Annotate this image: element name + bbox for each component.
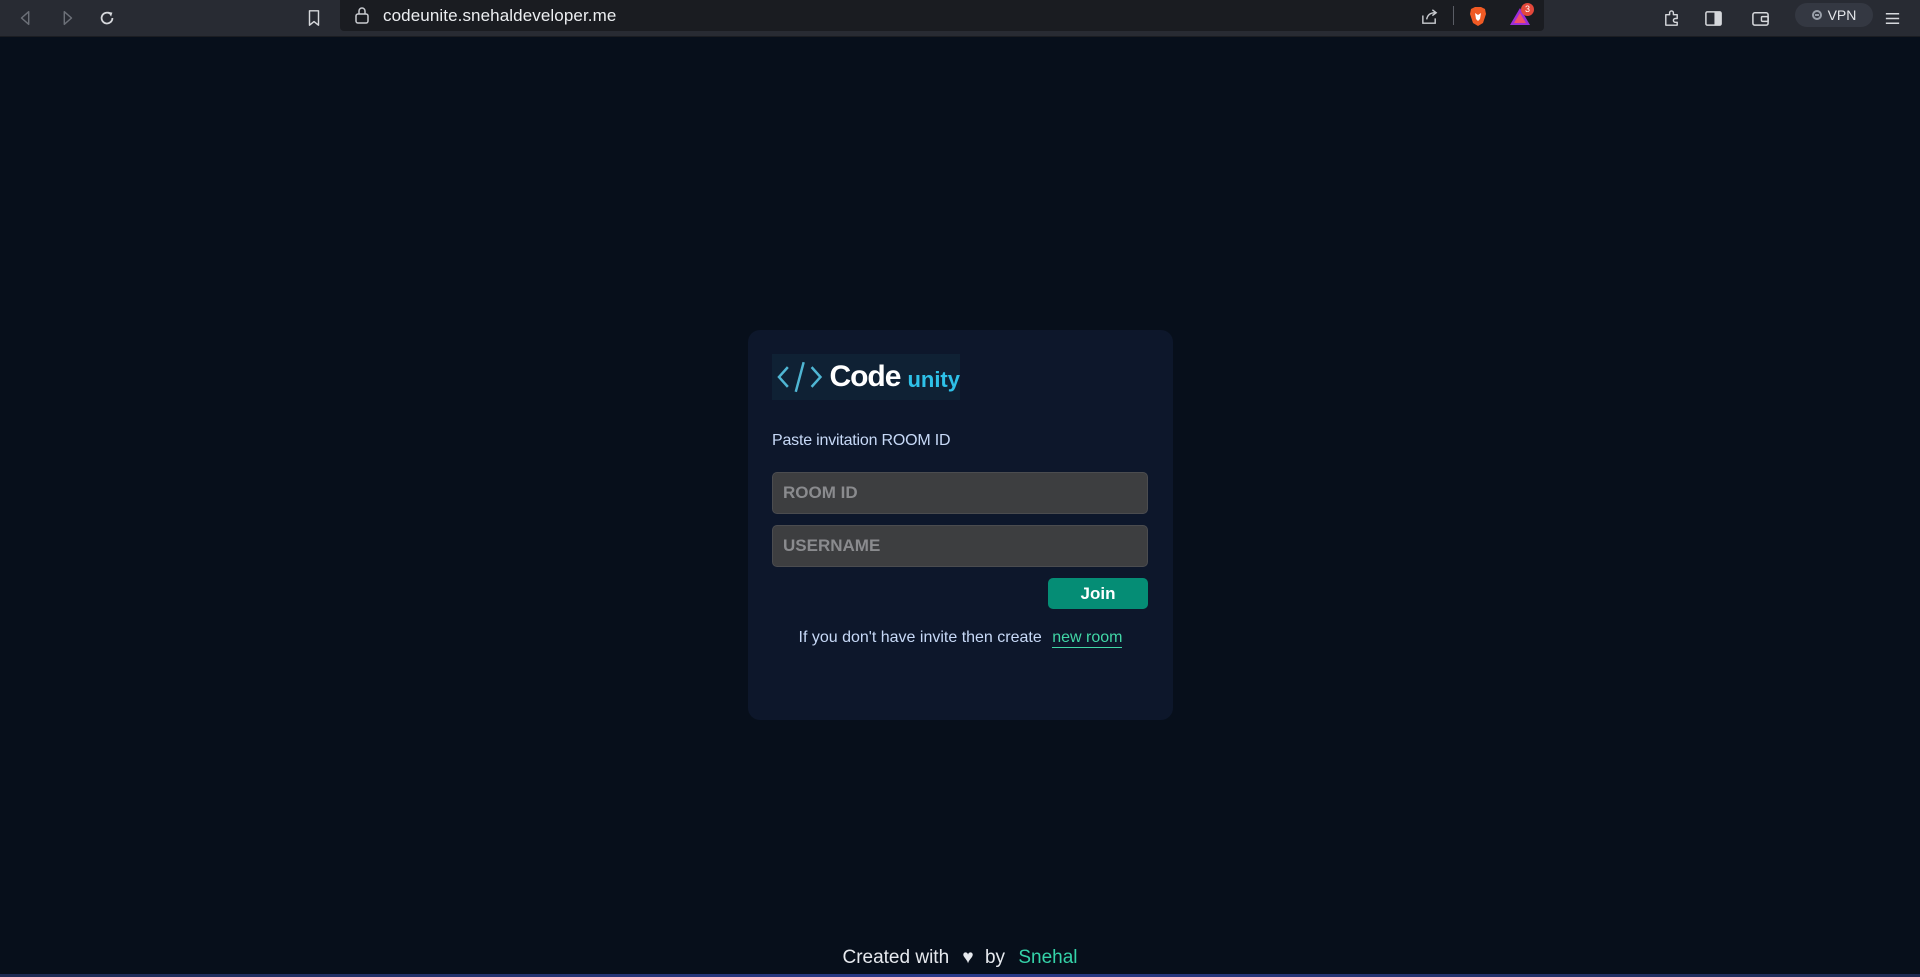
author-link[interactable]: Snehal xyxy=(1018,947,1077,968)
browser-toolbar: codeunite.snehaldeveloper.me 3 VPN xyxy=(0,0,1920,37)
create-room-line: If you don't have invite then create new… xyxy=(748,629,1173,648)
rewards-badge: 3 xyxy=(1521,3,1534,16)
heart-icon: ♥ xyxy=(962,947,974,968)
vpn-button[interactable]: VPN xyxy=(1795,3,1873,27)
footer-by: by xyxy=(984,947,1006,968)
code-brackets-icon xyxy=(777,361,823,393)
logo-code-text: Code xyxy=(829,360,901,393)
reload-icon[interactable] xyxy=(93,4,121,32)
logo-unity-text: unity xyxy=(907,367,960,392)
footer-prefix: Created with xyxy=(842,947,950,968)
share-icon[interactable] xyxy=(1417,4,1441,28)
brave-lion-icon[interactable] xyxy=(1466,4,1490,28)
url-text[interactable]: codeunite.snehaldeveloper.me xyxy=(383,6,616,26)
vpn-label: VPN xyxy=(1827,7,1857,23)
codeunity-logo: Code unity xyxy=(772,354,960,400)
page-body: Code unity Paste invitation ROOM ID Join… xyxy=(0,37,1920,977)
puzzle-icon[interactable] xyxy=(1656,3,1686,33)
hamburger-menu-icon[interactable] xyxy=(1877,3,1907,33)
brave-triangle-icon[interactable]: 3 xyxy=(1508,3,1534,28)
username-input[interactable] xyxy=(772,525,1148,567)
address-bar-divider xyxy=(1453,6,1454,25)
sidebar-icon[interactable] xyxy=(1698,3,1728,33)
join-button[interactable]: Join xyxy=(1048,578,1148,609)
vpn-status-icon xyxy=(1811,10,1822,20)
wallet-icon[interactable] xyxy=(1745,3,1775,33)
bookmark-icon[interactable] xyxy=(300,4,328,32)
address-bar[interactable]: codeunite.snehaldeveloper.me 3 xyxy=(340,0,1544,31)
join-room-card: Code unity Paste invitation ROOM ID Join… xyxy=(748,330,1173,720)
create-room-prefix: If you don't have invite then create xyxy=(798,629,1042,646)
forward-arrow-icon[interactable] xyxy=(53,4,81,32)
invite-heading: Paste invitation ROOM ID xyxy=(772,432,951,449)
page-footer: Created with ♥ by Snehal xyxy=(0,947,1920,969)
room-id-input[interactable] xyxy=(772,472,1148,514)
lock-icon xyxy=(354,6,370,24)
new-room-link[interactable]: new room xyxy=(1052,629,1123,648)
back-arrow-icon[interactable] xyxy=(12,4,40,32)
